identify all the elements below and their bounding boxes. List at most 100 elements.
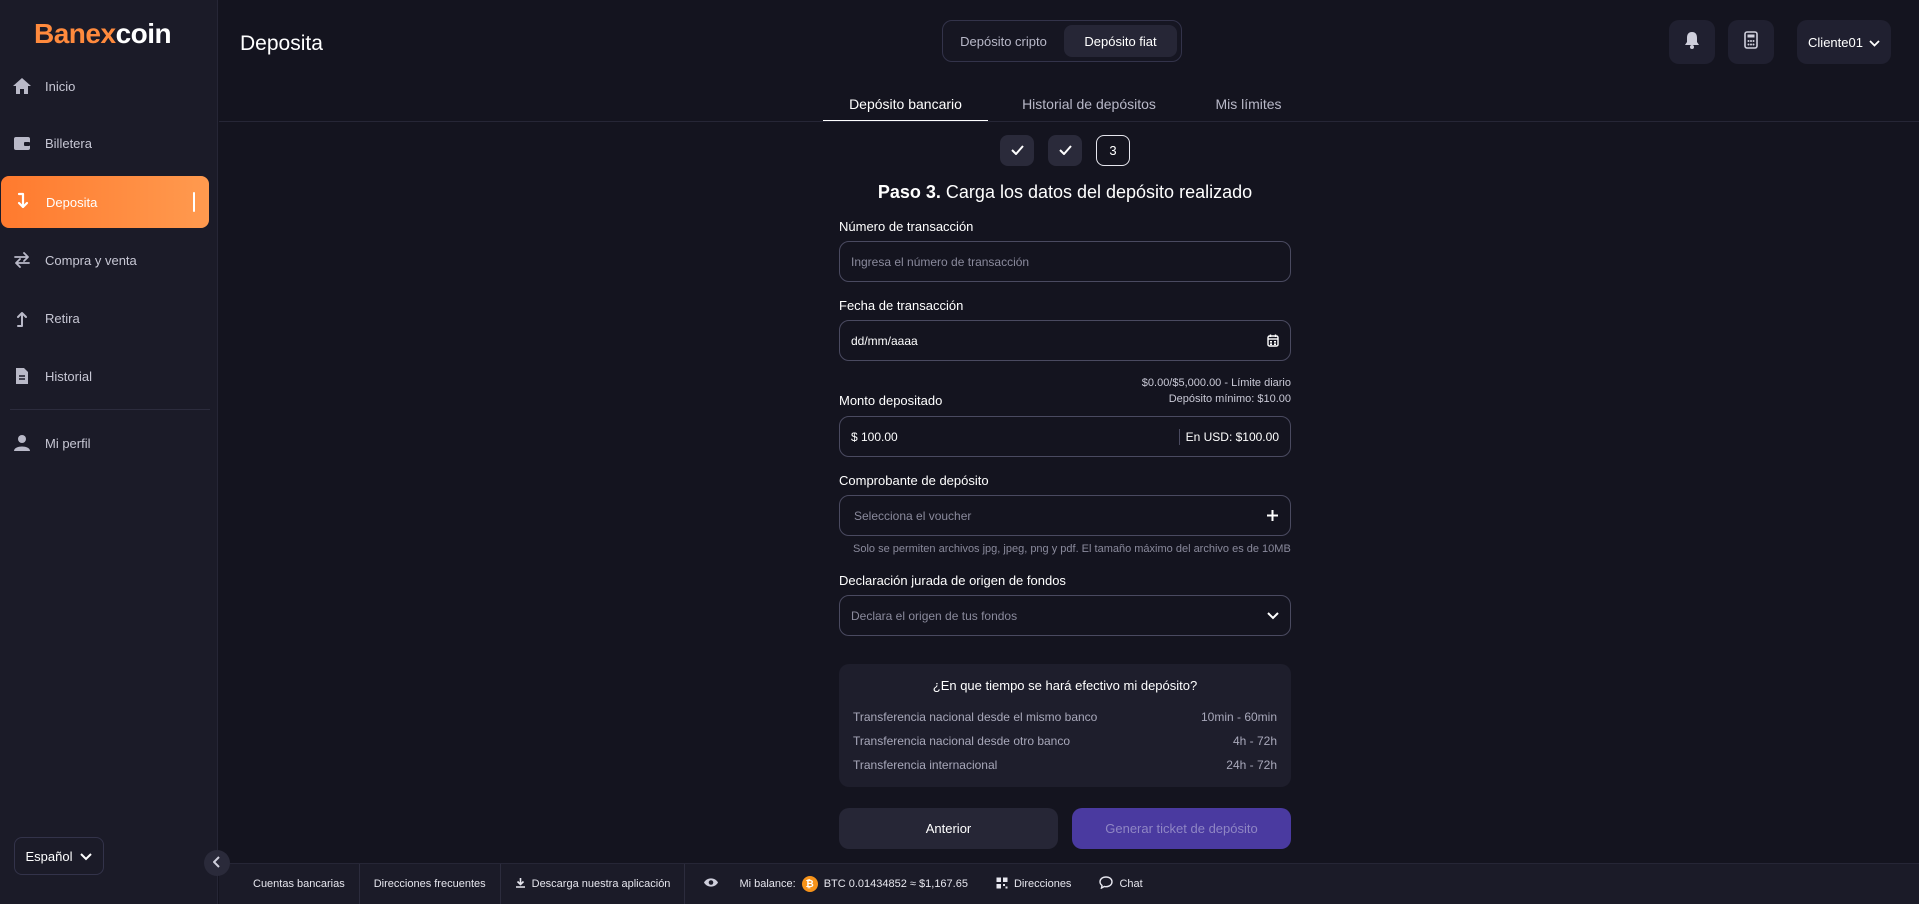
tx-number-label: Número de transacción <box>839 219 974 234</box>
step-completed <box>1000 135 1034 166</box>
min-deposit-text: Depósito mínimo: $10.00 <box>1168 393 1291 405</box>
sidebar-item-label: Retira <box>45 310 80 326</box>
generate-ticket-button[interactable]: Generar ticket de depósito <box>1072 808 1291 849</box>
step-current: 3 <box>1096 135 1130 166</box>
amount-label: Monto depositado <box>839 393 943 408</box>
active-indicator <box>193 192 195 212</box>
language-selector[interactable]: Español <box>14 837 104 875</box>
tx-number-input[interactable]: Ingresa el número de transacción <box>839 241 1291 282</box>
tab-deposito-bancario[interactable]: Depósito bancario <box>823 96 988 122</box>
sidebar-item-deposita[interactable]: Deposita <box>1 176 209 228</box>
info-question: ¿En que tiempo se hará efectivo mi depós… <box>932 678 1198 693</box>
home-icon <box>12 76 32 96</box>
chevron-left-icon <box>212 855 221 871</box>
brand-logo[interactable]: Banexcoin <box>34 18 172 50</box>
notifications-button[interactable] <box>1669 20 1715 64</box>
chevron-down-icon <box>1267 611 1279 620</box>
info-row-time: 24h - 72h <box>1226 758 1277 772</box>
amount-value: $ 100.00 <box>851 429 898 444</box>
info-row: Transferencia nacional desde otro banco … <box>853 734 1277 748</box>
calculator-icon <box>1744 30 1758 54</box>
sidebar-item-mi-perfil[interactable]: Mi perfil <box>0 417 208 469</box>
qr-icon <box>996 877 1008 892</box>
sidebar-item-label: Mi perfil <box>45 435 91 451</box>
voucher-input[interactable]: Selecciona el voucher <box>839 495 1291 536</box>
chat-icon <box>1099 876 1114 892</box>
amount-usd: En USD: $100.00 <box>1178 428 1279 445</box>
tx-date-label: Fecha de transacción <box>839 298 964 313</box>
footer-bar: Cuentas bancarias Direcciones frecuentes… <box>219 863 1919 904</box>
page-title: Deposita <box>240 32 323 55</box>
tx-date-value: dd/mm/aaaa <box>851 333 918 348</box>
tx-date-input[interactable]: dd/mm/aaaa <box>839 320 1291 361</box>
plus-icon[interactable] <box>1266 509 1279 522</box>
sidebar-item-historial[interactable]: Historial <box>0 350 208 402</box>
info-row-label: Transferencia nacional desde el mismo ba… <box>853 710 1098 724</box>
sidebar-item-inicio[interactable]: Inicio <box>0 60 208 112</box>
chevron-down-icon <box>80 849 93 864</box>
info-row: Transferencia internacional 24h - 72h <box>853 758 1277 772</box>
sidebar-item-label: Historial <box>45 368 92 384</box>
frequent-addresses-link[interactable]: Direcciones frecuentes <box>360 864 501 904</box>
user-name: Cliente01 <box>1808 34 1863 50</box>
previous-button[interactable]: Anterior <box>839 808 1058 849</box>
sidebar-item-label: Billetera <box>45 135 92 151</box>
sidebar-item-label: Inicio <box>45 78 76 94</box>
info-row-time: 10min - 60min <box>1200 710 1277 724</box>
eye-icon[interactable] <box>703 877 719 891</box>
tab-mis-limites[interactable]: Mis límites <box>1200 96 1297 122</box>
check-icon <box>1058 143 1072 158</box>
form-title-step: Paso 3. <box>877 182 941 202</box>
sidebar-item-label: Compra y venta <box>45 252 137 268</box>
sidebar-item-billetera[interactable]: Billetera <box>0 117 208 169</box>
download-app-link[interactable]: Descarga nuestra aplicación <box>501 864 686 904</box>
bank-accounts-label: Cuentas bancarias <box>253 878 345 890</box>
voucher-note: Solo se permiten archivos jpg, jpeg, png… <box>853 543 1291 555</box>
voucher-label: Comprobante de depósito <box>839 473 989 488</box>
amount-usd-value: En USD: $100.00 <box>1185 429 1279 444</box>
chat-link[interactable]: Chat <box>1085 864 1156 904</box>
user-icon <box>12 433 32 453</box>
collapse-sidebar-button[interactable] <box>204 850 230 876</box>
amount-separator <box>1178 428 1180 445</box>
sidebar: Banexcoin Inicio Billetera Deposita Comp… <box>0 0 218 904</box>
addresses-link[interactable]: Direcciones <box>982 864 1085 904</box>
segment-crypto[interactable]: Depósito cripto <box>947 25 1060 57</box>
check-icon <box>1010 143 1024 158</box>
sidebar-divider <box>10 409 210 410</box>
info-row-time: 4h - 72h <box>1232 734 1277 748</box>
daily-limit-text: $0.00/$5,000.00 - Límite diario <box>1141 377 1291 389</box>
logo-mid: anex <box>53 18 116 49</box>
bank-accounts-link[interactable]: Cuentas bancarias <box>219 864 360 904</box>
document-icon <box>12 366 32 386</box>
download-app-label: Descarga nuestra aplicación <box>531 878 671 890</box>
amount-input[interactable]: $ 100.00 En USD: $100.00 <box>839 416 1291 457</box>
sidebar-item-label: Deposita <box>46 194 98 210</box>
step-completed <box>1048 135 1082 166</box>
download-icon <box>515 877 526 891</box>
info-row-label: Transferencia internacional <box>853 758 998 772</box>
origin-placeholder: Declara el origen de tus fondos <box>851 608 1018 623</box>
tab-historial-depositos[interactable]: Historial de depósitos <box>1008 96 1170 122</box>
balance-widget: Mi balance: ₿ BTC 0.01434852 ≈ $1,167.65 <box>685 864 982 904</box>
sidebar-item-compra-venta[interactable]: Compra y venta <box>0 234 208 286</box>
balance-value: BTC 0.01434852 ≈ $1,167.65 <box>823 878 968 890</box>
calendar-icon[interactable] <box>1267 334 1279 347</box>
sidebar-item-retira[interactable]: Retira <box>0 292 208 344</box>
user-menu-button[interactable]: Cliente01 <box>1797 20 1891 64</box>
logo-letter: B <box>34 18 54 49</box>
swap-icon <box>12 250 32 270</box>
deposit-time-info: ¿En que tiempo se hará efectivo mi depós… <box>839 664 1291 787</box>
segment-fiat[interactable]: Depósito fiat <box>1064 25 1177 57</box>
calculator-button[interactable] <box>1728 20 1774 64</box>
wallet-icon <box>12 133 32 153</box>
addresses-label: Direcciones <box>1013 878 1072 890</box>
arrow-down-icon <box>13 192 33 212</box>
topbar: Deposita Depósito cripto Depósito fiat <box>219 0 1919 88</box>
chat-label: Chat <box>1119 878 1143 890</box>
voucher-placeholder: Selecciona el voucher <box>854 508 972 523</box>
deposit-type-switch: Depósito cripto Depósito fiat <box>942 20 1182 62</box>
arrow-up-icon <box>12 308 32 328</box>
tabs-divider <box>219 121 1919 122</box>
origin-select[interactable]: Declara el origen de tus fondos <box>839 595 1291 636</box>
